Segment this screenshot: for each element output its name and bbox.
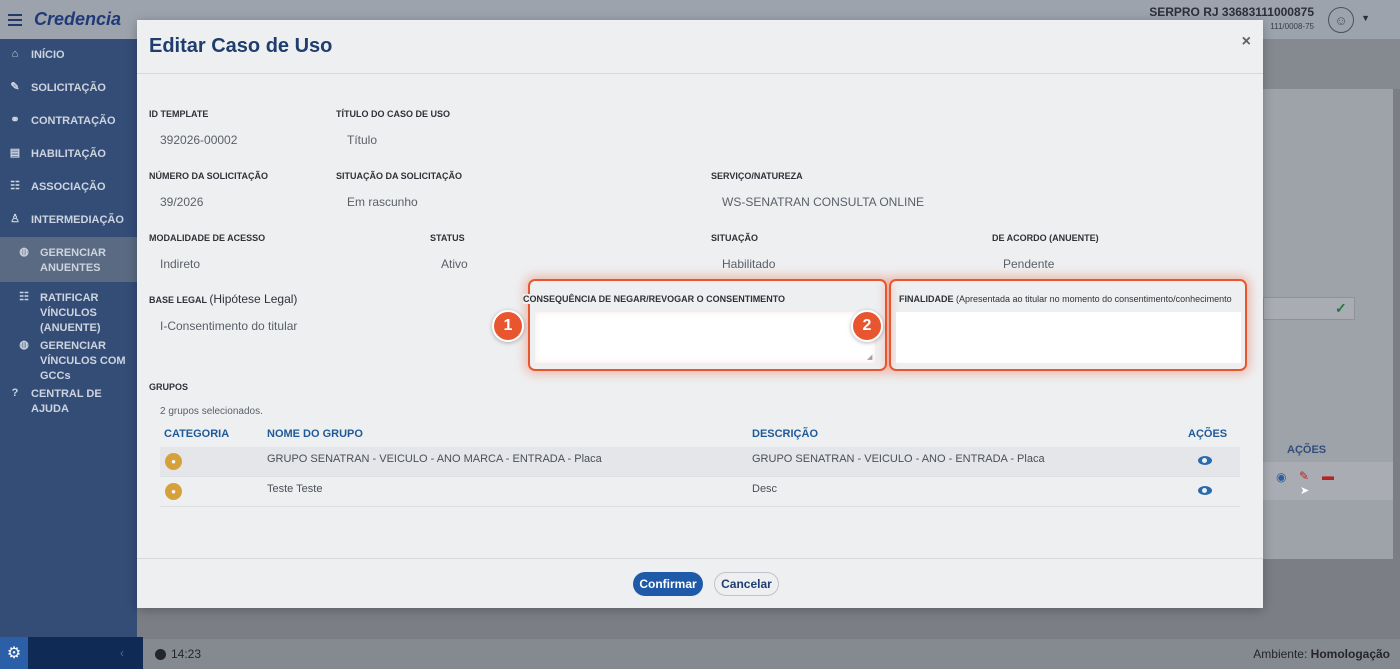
situacao-solicitacao-value: Em rascunho — [347, 195, 418, 209]
sidebar: Credencia ⌂ INÍCIO ✎ SOLICITAÇÃO ⚭ CONTR… — [0, 0, 137, 669]
group-description: GRUPO SENATRAN - VEICULO - ANO - ENTRADA… — [752, 453, 1045, 465]
grupos-table: CATEGORIA NOME DO GRUPO DESCRIÇÃO AÇÕES … — [160, 423, 1240, 507]
avatar[interactable]: ☺ — [1328, 7, 1354, 33]
consequencia-textarea[interactable] — [535, 312, 875, 363]
gear-icon: ⚙ — [6, 645, 22, 662]
eye-icon[interactable] — [1198, 456, 1212, 465]
sidebar-item-central-ajuda[interactable]: ? CENTRAL DE AJUDA — [0, 378, 137, 423]
finalidade-textarea[interactable] — [896, 312, 1241, 363]
group-name: Teste Teste — [267, 483, 323, 495]
de-acordo-value: Pendente — [1003, 257, 1055, 271]
user-icon: ☺ — [1334, 12, 1348, 28]
users-icon: ☷ — [10, 179, 20, 192]
sidebar-item-habilitacao[interactable]: ▤ HABILITAÇÃO — [0, 138, 137, 171]
check-icon: ✓ — [1335, 300, 1347, 316]
globe-icon: ◍ — [19, 245, 29, 258]
question-icon: ? — [11, 386, 19, 399]
group-name: GRUPO SENATRAN - VEICULO - ANO MARCA - E… — [267, 453, 602, 465]
annotation-badge-2: 2 — [851, 310, 883, 342]
base-legal-value: I-Consentimento do titular — [160, 319, 298, 333]
close-icon[interactable]: × — [1242, 33, 1251, 51]
clock-icon — [155, 648, 166, 660]
user-tie-icon: ♙ — [10, 212, 20, 225]
modal-title: Editar Caso de Uso — [149, 35, 333, 57]
eye-icon[interactable]: ◉ — [1276, 470, 1286, 484]
sidebar-item-solicitacao[interactable]: ✎ SOLICITAÇÃO — [0, 72, 137, 105]
situacao-value: Habilitado — [722, 257, 776, 271]
sidebar-item-contratacao[interactable]: ⚭ CONTRATAÇÃO — [0, 105, 137, 138]
cursor-icon: ➤ — [1300, 485, 1310, 497]
org-name: SERPRO RJ 33683111000875 — [1149, 5, 1314, 19]
col-categoria: CATEGORIA — [164, 428, 230, 440]
home-icon: ⌂ — [11, 47, 19, 60]
category-icon: ● — [165, 483, 182, 500]
col-acoes: AÇÕES — [1188, 428, 1228, 440]
status-label: STATUS — [430, 233, 465, 243]
sidebar-item-gerenciar-anuentes[interactable]: ◍ GERENCIAR ANUENTES — [0, 237, 137, 282]
numero-label: NÚMERO DA SOLICITAÇÃO — [149, 171, 268, 181]
file-edit-icon: ✎ — [10, 80, 20, 93]
sidebar-menu: ⌂ INÍCIO ✎ SOLICITAÇÃO ⚭ CONTRATAÇÃO ▤ H… — [0, 39, 137, 637]
table-row: ● GRUPO SENATRAN - VEICULO - ANO MARCA -… — [160, 447, 1240, 477]
finalidade-label: FINALIDADE (Apresentada ao titular no mo… — [899, 294, 1232, 304]
accessibility-button[interactable]: ⚙ — [0, 637, 28, 669]
situacao-solicitacao-label: SITUAÇÃO DA SOLICITAÇÃO — [336, 171, 462, 181]
cancel-button[interactable]: Cancelar — [714, 572, 779, 596]
col-nome-grupo: NOME DO GRUPO — [267, 428, 363, 440]
grupos-label: GRUPOS — [149, 382, 189, 392]
environment-indicator: Ambiente: Homologação — [1253, 647, 1390, 661]
background-acoes-header: AÇÕES — [1287, 444, 1327, 456]
menu-icon[interactable] — [8, 13, 22, 26]
titulo-value: Título — [347, 133, 378, 147]
modalidade-label: MODALIDADE DE ACESSO — [149, 233, 266, 243]
chevron-down-icon[interactable]: ▼ — [1361, 13, 1370, 23]
grupos-selected-text: 2 grupos selecionados. — [160, 406, 263, 417]
category-icon: ● — [165, 453, 182, 470]
collapse-icon[interactable]: ‹ — [120, 646, 124, 660]
group-description: Desc — [752, 483, 778, 495]
users-icon: ☷ — [19, 290, 29, 303]
sidebar-header: Credencia — [0, 0, 137, 39]
numero-value: 39/2026 — [160, 195, 204, 209]
modal-footer: Confirmar Cancelar — [137, 558, 1263, 608]
id-card-icon: ▤ — [9, 146, 21, 159]
confirm-button[interactable]: Confirmar — [633, 572, 703, 596]
status-value: Ativo — [441, 257, 468, 271]
titulo-label: TÍTULO DO CASO DE USO — [336, 109, 451, 119]
situacao-label: SITUAÇÃO — [711, 233, 758, 243]
table-row: ● Teste Teste Desc — [160, 477, 1240, 507]
annotation-badge-1: 1 — [492, 310, 524, 342]
sidebar-item-gerenciar-vinculos[interactable]: ◍ GERENCIAR VÍNCULOS COM GCCs — [0, 330, 137, 383]
trash-icon[interactable]: ▬ — [1322, 469, 1334, 483]
org-cnpj: 111/0008-75 — [1270, 22, 1314, 31]
sidebar-item-inicio[interactable]: ⌂ INÍCIO — [0, 39, 137, 72]
globe-icon: ◍ — [19, 338, 29, 351]
col-descricao: DESCRIÇÃO — [752, 428, 819, 440]
edit-use-case-modal: Editar Caso de Uso × ID TEMPLATE 392026-… — [137, 20, 1263, 608]
servico-value: WS-SENATRAN CONSULTA ONLINE — [722, 195, 925, 209]
modalidade-value: Indireto — [160, 257, 201, 271]
sidebar-item-intermediacao[interactable]: ♙ INTERMEDIAÇÃO — [0, 204, 137, 237]
sidebar-item-associacao[interactable]: ☷ ASSOCIAÇÃO — [0, 171, 137, 204]
clock: 14:23 — [155, 647, 201, 661]
brand-logo: Credencia — [34, 9, 122, 29]
footer: 14:23 Ambiente: Homologação — [143, 639, 1400, 669]
base-legal-label: BASE LEGAL (Hipótese Legal) — [149, 292, 298, 306]
consequencia-label: CONSEQUÊNCIA DE NEGAR/REVOGAR O CONSENTI… — [523, 294, 788, 304]
modal-header: Editar Caso de Uso × — [137, 20, 1263, 74]
id-template-label: ID TEMPLATE — [149, 109, 209, 119]
handshake-icon: ⚭ — [10, 113, 20, 126]
sidebar-item-ratificar-vinculos[interactable]: ☷ RATIFICAR VÍNCULOS (ANUENTE) — [0, 282, 137, 335]
de-acordo-label: DE ACORDO (ANUENTE) — [992, 233, 1099, 243]
table-header: CATEGORIA NOME DO GRUPO DESCRIÇÃO AÇÕES — [160, 423, 1240, 447]
eye-icon[interactable] — [1198, 486, 1212, 495]
id-template-value: 392026-00002 — [160, 133, 238, 147]
edit-icon[interactable]: ✎ — [1299, 469, 1309, 483]
servico-label: SERVIÇO/NATUREZA — [711, 171, 803, 181]
